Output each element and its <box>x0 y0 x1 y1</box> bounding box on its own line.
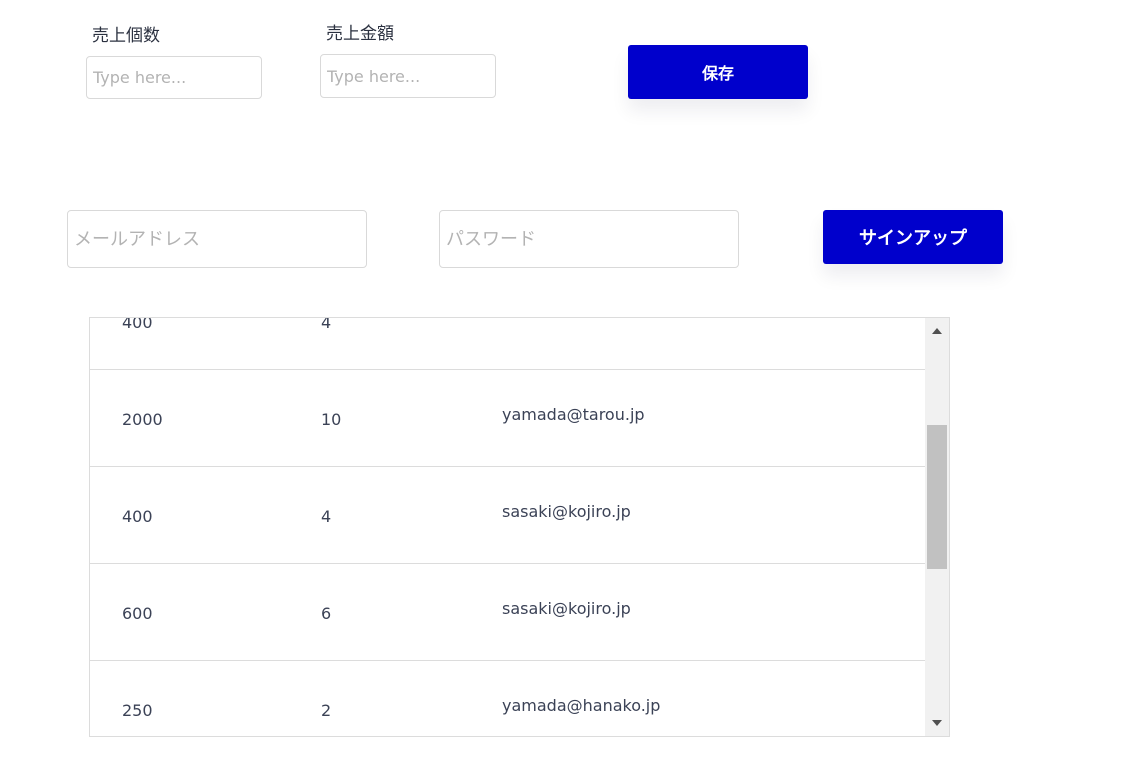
password-input[interactable] <box>439 210 739 268</box>
quantity-cell: 4 <box>321 317 332 332</box>
scroll-up-arrow-icon[interactable] <box>925 322 949 340</box>
amount-cell: 400 <box>122 507 153 526</box>
scroll-thumb[interactable] <box>927 425 947 569</box>
scroll-down-arrow-icon[interactable] <box>925 714 949 732</box>
amount-cell: 600 <box>122 604 153 623</box>
email-cell: sasaki@kojiro.jp <box>502 599 631 618</box>
sales-table: 400 4 2000 10 yamada@tarou.jp 400 4 sasa… <box>89 317 950 737</box>
amount-input[interactable] <box>320 54 496 98</box>
amount-cell: 400 <box>122 317 153 332</box>
amount-label: 売上金額 <box>326 24 394 44</box>
table-scrollbar[interactable] <box>925 318 949 736</box>
quantity-cell: 2 <box>321 701 332 720</box>
amount-cell: 250 <box>122 701 153 720</box>
email-input[interactable] <box>67 210 367 268</box>
quantity-cell: 4 <box>321 507 332 526</box>
email-cell: yamada@hanako.jp <box>502 696 661 715</box>
amount-cell: 2000 <box>122 410 163 429</box>
quantity-label: 売上個数 <box>92 26 160 46</box>
email-cell: yamada@tarou.jp <box>502 405 645 424</box>
table-row: 600 6 sasaki@kojiro.jp <box>90 564 925 661</box>
table-rows: 400 4 2000 10 yamada@tarou.jp 400 4 sasa… <box>90 317 925 736</box>
table-row: 2000 10 yamada@tarou.jp <box>90 370 925 467</box>
email-cell: sasaki@kojiro.jp <box>502 502 631 521</box>
quantity-cell: 6 <box>321 604 332 623</box>
quantity-input[interactable] <box>86 56 262 99</box>
table-row: 250 2 yamada@hanako.jp <box>90 661 925 736</box>
signup-button[interactable]: サインアップ <box>823 210 1003 264</box>
save-button[interactable]: 保存 <box>628 45 808 99</box>
quantity-cell: 10 <box>321 410 342 429</box>
table-row: 400 4 sasaki@kojiro.jp <box>90 467 925 564</box>
table-row: 400 4 <box>90 317 925 370</box>
